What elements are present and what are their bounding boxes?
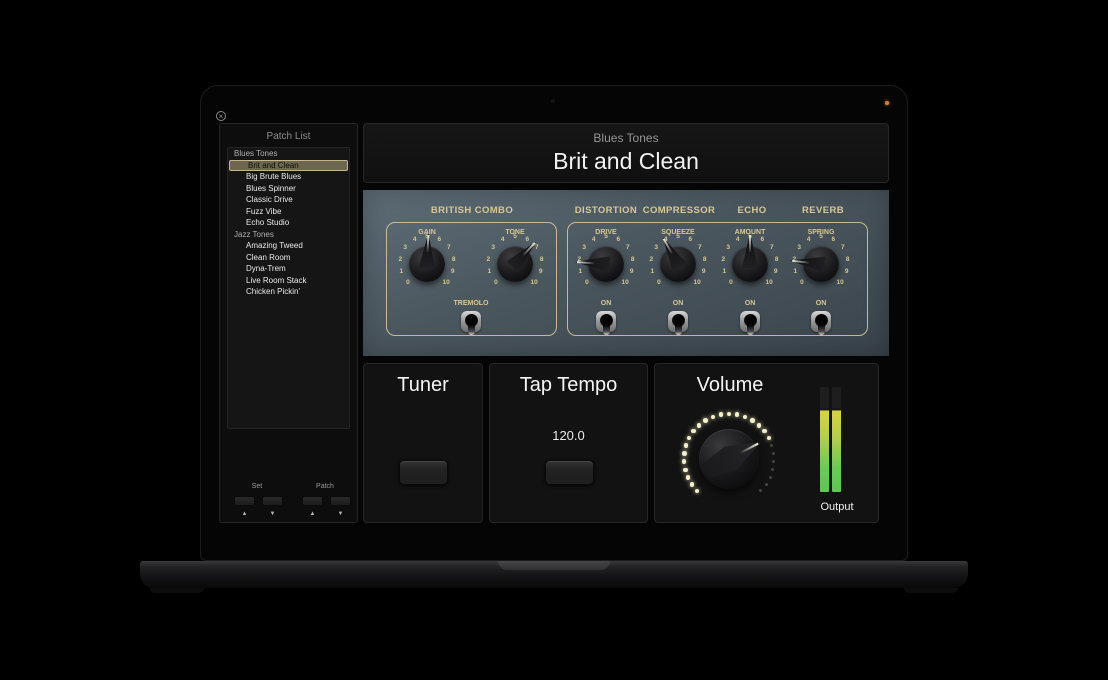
- laptop-lid-notch: [498, 561, 610, 570]
- output-meter-left: [820, 387, 829, 492]
- volume-knob[interactable]: [679, 409, 779, 509]
- patch-list-panel: Patch List Blues TonesBrit and CleanBig …: [219, 123, 358, 523]
- switch-label: TREMOLO: [431, 300, 511, 307]
- patch-label: Patch: [305, 483, 345, 490]
- output-meter-right: [832, 387, 841, 492]
- tuner-title: Tuner: [364, 374, 482, 397]
- switch-label: ON: [781, 300, 861, 307]
- patch-row[interactable]: Clean Room: [228, 252, 349, 264]
- patch-row[interactable]: Brit and Clean: [229, 160, 348, 172]
- knob-pointer: [786, 229, 857, 300]
- knob-drive[interactable]: 012345678910: [574, 232, 638, 296]
- knob-tone[interactable]: 012345678910: [483, 232, 547, 296]
- tempo-value: 120.0: [490, 428, 647, 443]
- patch-header-title: Brit and Clean: [364, 148, 888, 175]
- patch-up-arrow-icon[interactable]: ▲: [302, 511, 323, 517]
- knob-amount[interactable]: 012345678910: [718, 232, 782, 296]
- knob-pointer: [572, 230, 640, 298]
- set-label: Set: [237, 483, 277, 490]
- set-up-arrow-icon[interactable]: ▲: [234, 511, 255, 517]
- laptop-screen: × Patch List Blues TonesBrit and CleanBi…: [200, 85, 908, 561]
- patch-row[interactable]: Chicken Pickin': [228, 286, 349, 298]
- tuner-button[interactable]: [399, 460, 448, 485]
- amp-panel: BRITISH COMBOGAIN012345678910TONE0123456…: [363, 190, 889, 356]
- camera-icon: [551, 99, 555, 103]
- patch-row[interactable]: Fuzz Vibe: [228, 206, 349, 218]
- knob-pointer: [718, 232, 782, 296]
- patch-down-arrow-icon[interactable]: ▼: [330, 511, 351, 517]
- volume-panel: Volume Output: [654, 363, 879, 523]
- set-down-arrow-icon[interactable]: ▼: [262, 511, 283, 517]
- volume-knob-pointer: [661, 391, 796, 526]
- patch-group-row: Blues Tones: [228, 148, 349, 160]
- knob-squeeze[interactable]: 012345678910: [646, 232, 710, 296]
- volume-pointer-wedge: [700, 431, 767, 483]
- switch-label: ON: [566, 300, 646, 307]
- output-label: Output: [792, 501, 882, 513]
- tap-tempo-panel: Tap Tempo 120.0: [489, 363, 648, 523]
- set-next-button[interactable]: [262, 496, 283, 506]
- toggle-switch-handle: [468, 321, 475, 335]
- patch-prev-button[interactable]: [302, 496, 323, 506]
- patch-row[interactable]: Classic Drive: [228, 194, 349, 206]
- patch-row[interactable]: Amazing Tweed: [228, 240, 349, 252]
- patch-header: Blues Tones Brit and Clean: [363, 123, 889, 183]
- patch-group-row: Jazz Tones: [228, 229, 349, 241]
- patch-next-button[interactable]: [330, 496, 351, 506]
- patch-header-group: Blues Tones: [364, 131, 888, 145]
- toggle-switch-handle: [818, 321, 825, 335]
- set-prev-button[interactable]: [234, 496, 255, 506]
- patch-row[interactable]: Big Brute Blues: [228, 171, 349, 183]
- tuner-panel: Tuner: [363, 363, 483, 523]
- knob-pointer-highlight: [749, 235, 751, 252]
- patch-row[interactable]: Live Room Stack: [228, 275, 349, 287]
- knob-pointer: [470, 219, 560, 309]
- patch-row[interactable]: Dyna-Trem: [228, 263, 349, 275]
- toggle-switch-handle: [603, 321, 610, 335]
- amp-section-title: REVERB: [753, 205, 893, 216]
- patch-list-title: Patch List: [220, 131, 357, 142]
- knob-pointer: [634, 220, 721, 307]
- switch-label: ON: [710, 300, 790, 307]
- patch-list[interactable]: Blues TonesBrit and CleanBig Brute Blues…: [227, 147, 350, 429]
- toggle-switch[interactable]: [596, 311, 616, 332]
- laptop-base: [140, 561, 968, 588]
- status-led-icon: [885, 101, 889, 105]
- patch-row[interactable]: Blues Spinner: [228, 183, 349, 195]
- volume-title: Volume: [655, 374, 805, 397]
- toggle-switch[interactable]: [668, 311, 688, 332]
- toggle-switch[interactable]: [811, 311, 831, 332]
- knob-spring[interactable]: 012345678910: [789, 232, 853, 296]
- laptop-foot: [150, 588, 204, 593]
- toggle-switch-handle: [747, 321, 754, 335]
- laptop-foot: [904, 588, 958, 593]
- macbook-mockup: × Patch List Blues TonesBrit and CleanBi…: [0, 0, 1108, 680]
- toggle-switch-handle: [675, 321, 682, 335]
- toggle-switch[interactable]: [461, 311, 481, 332]
- patch-row[interactable]: Echo Studio: [228, 217, 349, 229]
- knob-gain[interactable]: 012345678910: [395, 232, 459, 296]
- tap-tempo-title: Tap Tempo: [490, 374, 647, 397]
- amp-section-title: BRITISH COMBO: [402, 205, 542, 216]
- close-icon[interactable]: ×: [216, 111, 226, 121]
- tap-tempo-button[interactable]: [545, 460, 594, 485]
- knob-pointer: [394, 231, 461, 298]
- toggle-switch[interactable]: [740, 311, 760, 332]
- switch-label: ON: [638, 300, 718, 307]
